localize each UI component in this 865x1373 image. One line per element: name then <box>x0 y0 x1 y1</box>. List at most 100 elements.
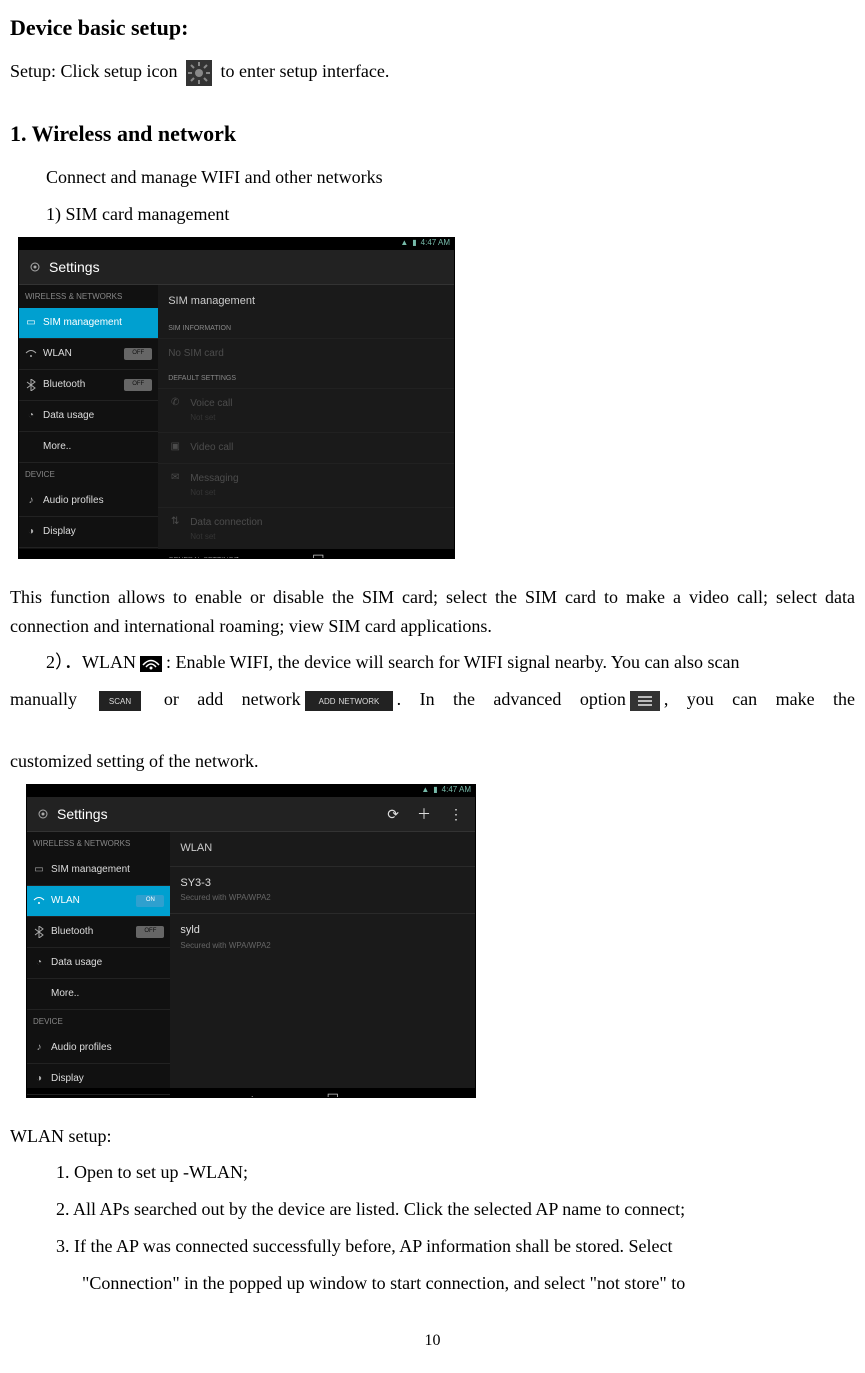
panel-header-default-settings: DEFAULT SETTINGS <box>158 369 454 388</box>
sidebar-item-label: More.. <box>43 439 71 455</box>
back-icon[interactable]: ⤺ <box>163 1088 178 1098</box>
recent-icon[interactable]: ☐ <box>326 1088 339 1098</box>
sidebar-item-label: WLAN <box>43 346 72 362</box>
status-time: 4:47 AM <box>442 784 471 797</box>
settings-title: Settings <box>49 256 100 278</box>
battery-icon: ▮ <box>412 237 416 250</box>
sidebar-item-more[interactable]: More.. <box>27 979 170 1010</box>
sidebar-item-label: More.. <box>51 986 79 1002</box>
sidebar-item-data-usage[interactable]: ◔ Data usage <box>27 948 170 979</box>
wifi-icon <box>33 895 45 907</box>
sidebar-item-label: Data usage <box>43 408 94 424</box>
wifi-network-row[interactable]: SY3-3 Secured with WPA/WPA2 <box>170 866 475 913</box>
sidebar-item-audio[interactable]: ♪ Audio profiles <box>19 486 158 517</box>
svg-text:SCAN: SCAN <box>109 697 131 706</box>
sidebar-item-wlan[interactable]: WLAN OFF <box>19 339 158 370</box>
wifi-icon <box>25 348 37 360</box>
wifi-security: Secured with WPA/WPA2 <box>180 892 465 905</box>
audio-icon: ♪ <box>33 1042 45 1054</box>
text: , you can make the <box>664 689 855 709</box>
blank-icon <box>25 441 37 453</box>
page-number: 10 <box>10 1328 855 1354</box>
sidebar-item-storage[interactable]: ≡ Storage <box>19 548 158 559</box>
panel-title: WLAN <box>170 832 475 866</box>
sim-icon: ▭ <box>25 317 37 329</box>
data-icon: ◔ <box>25 410 37 422</box>
setup-intro-paragraph: Setup: Click setup icon to enter setup i… <box>10 57 855 86</box>
wlan-setup-heading: WLAN setup: <box>10 1122 855 1151</box>
bt-toggle[interactable]: OFF <box>136 926 164 938</box>
gear-icon <box>27 259 43 275</box>
wifi-status-icon <box>140 656 162 672</box>
settings-sidebar: WIRELESS & NETWORKS ▭ SIM management WLA… <box>19 285 158 549</box>
text: Setup: Click setup icon <box>10 61 177 81</box>
wifi-ssid: syld <box>180 922 465 940</box>
sidebar-item-label: Audio profiles <box>51 1040 112 1056</box>
display-icon: ◑ <box>25 526 37 538</box>
text: 1) SIM card management <box>10 200 855 229</box>
row-video-call[interactable]: ▣ Video call <box>158 432 454 463</box>
settings-sidebar: WIRELESS & NETWORKS ▭ SIM management WLA… <box>27 832 170 1088</box>
display-icon: ◑ <box>33 1073 45 1085</box>
text: Voice call <box>190 396 232 412</box>
page-title: Device basic setup: <box>10 10 855 45</box>
refresh-icon[interactable]: ⟳ <box>387 803 399 825</box>
sidebar-item-wlan[interactable]: WLAN ON <box>27 886 170 917</box>
data-icon: ⇅ <box>168 515 182 529</box>
sidebar-item-display[interactable]: ◑ Display <box>19 517 158 548</box>
bluetooth-icon <box>25 379 37 391</box>
home-icon[interactable]: ⌂ <box>248 1088 256 1098</box>
android-statusbar: ▲ ▮ 4:47 AM <box>19 238 454 250</box>
sidebar-item-sim[interactable]: ▭ SIM management <box>27 855 170 886</box>
bt-toggle[interactable]: OFF <box>124 379 152 391</box>
sidebar-item-audio[interactable]: ♪ Audio profiles <box>27 1033 170 1064</box>
sim-content-panel: SIM management SIM INFORMATION No SIM ca… <box>158 285 454 549</box>
panel-header-general: GENERAL SETTINGS <box>158 551 454 559</box>
wlan-content-panel: WLAN SY3-3 Secured with WPA/WPA2 syld Se… <box>170 832 475 1088</box>
overflow-icon[interactable]: ⋮ <box>449 803 463 825</box>
signal-icon: ▲ <box>400 237 408 250</box>
step-2: 2. All APs searched out by the device ar… <box>10 1195 855 1224</box>
wlan-paragraph-line1: 2）．WLAN : Enable WIFI, the device will s… <box>10 648 855 677</box>
signal-icon: ▲ <box>421 784 429 797</box>
wlan-toggle[interactable]: OFF <box>124 348 152 360</box>
text: or add network <box>145 689 300 709</box>
sidebar-item-more[interactable]: More.. <box>19 432 158 463</box>
step-3b: "Connection" in the popped up window to … <box>10 1269 855 1298</box>
sidebar-item-label: WLAN <box>51 893 80 909</box>
bluetooth-icon <box>33 926 45 938</box>
sidebar-item-bluetooth[interactable]: Bluetooth OFF <box>19 370 158 401</box>
blank-icon <box>33 988 45 1000</box>
step-1: 1. Open to set up -WLAN; <box>10 1158 855 1187</box>
sidebar-item-label: Bluetooth <box>51 924 93 940</box>
row-messaging[interactable]: ✉ MessagingNot set <box>158 463 454 507</box>
add-icon[interactable]: ＋ <box>417 803 431 825</box>
text: Not set <box>190 531 262 544</box>
sidebar-item-label: Bluetooth <box>43 377 85 393</box>
svg-text:ADD NETWORK: ADD NETWORK <box>318 697 379 706</box>
text: Messaging <box>190 471 238 487</box>
row-no-sim: No SIM card <box>158 338 454 369</box>
wlan-toggle[interactable]: ON <box>136 895 164 907</box>
sidebar-item-label: Data usage <box>51 955 102 971</box>
settings-topbar: Settings ⟳ ＋ ⋮ <box>27 797 475 832</box>
text: Connect and manage WIFI and other networ… <box>10 163 855 192</box>
sidebar-item-data-usage[interactable]: ◔ Data usage <box>19 401 158 432</box>
text: Not set <box>190 412 232 425</box>
video-icon: ▣ <box>168 440 182 454</box>
sidebar-item-sim[interactable]: ▭ SIM management <box>19 308 158 339</box>
wifi-network-row[interactable]: syld Secured with WPA/WPA2 <box>170 913 475 960</box>
sidebar-item-display[interactable]: ◑ Display <box>27 1064 170 1095</box>
sidebar-item-bluetooth[interactable]: Bluetooth OFF <box>27 917 170 948</box>
text: Data connection <box>190 515 262 531</box>
sim-icon: ▭ <box>33 864 45 876</box>
text: . In the advanced option <box>397 689 626 709</box>
gear-icon <box>35 806 51 822</box>
row-data-connection[interactable]: ⇅ Data connectionNot set <box>158 507 454 551</box>
text: customized setting of the network. <box>10 747 855 776</box>
scan-button-image: SCAN <box>99 691 141 711</box>
settings-title: Settings <box>57 803 108 825</box>
row-voice-call[interactable]: ✆ Voice callNot set <box>158 388 454 432</box>
sidebar-item-label: Display <box>43 524 76 540</box>
text: Not set <box>190 487 238 500</box>
